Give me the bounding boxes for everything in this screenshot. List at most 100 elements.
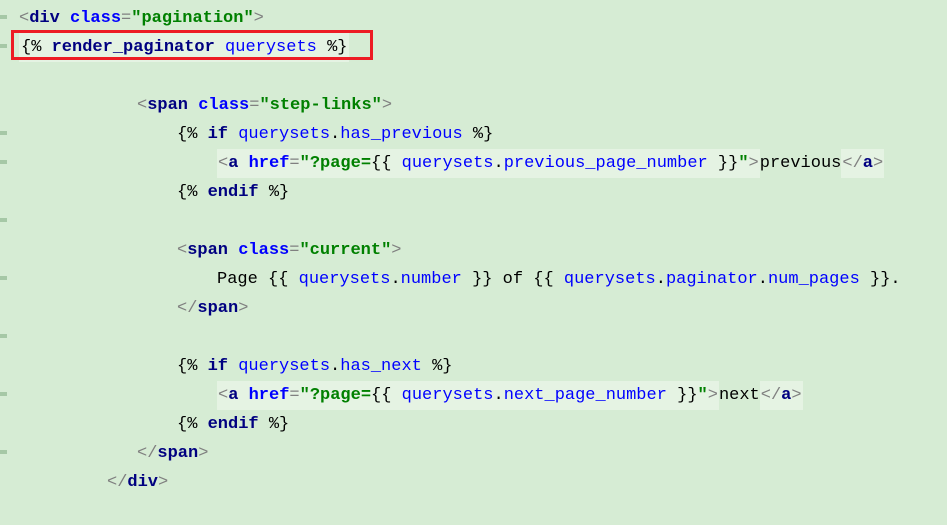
template-delim: %} (317, 38, 348, 57)
html-tag: a (228, 154, 238, 173)
angle-bracket: > (382, 96, 392, 115)
angle-bracket: < (218, 154, 228, 173)
angle-bracket: > (254, 9, 264, 28)
html-attr: href (249, 386, 290, 405)
template-variable: num_pages (768, 270, 860, 289)
dot: . (656, 270, 666, 289)
template-keyword: endif (208, 415, 259, 434)
code-line-blank (7, 62, 947, 91)
code-line: </span> (7, 294, 947, 323)
dot: . (493, 386, 503, 405)
code-line-blank (7, 207, 947, 236)
template-delim: %} (422, 357, 453, 376)
template-delim: }} (667, 386, 698, 405)
html-attr: href (249, 154, 290, 173)
code-line: {% endif %} (7, 178, 947, 207)
angle-bracket: > (198, 444, 208, 463)
template-delim: {% (177, 125, 208, 144)
template-delim: {{ (533, 270, 564, 289)
dot: . (758, 270, 768, 289)
angle-bracket: </ (137, 444, 157, 463)
dot: . (330, 357, 340, 376)
link-highlight: </a> (841, 149, 884, 178)
attr-value: step-links (270, 96, 372, 115)
template-delim: {{ (268, 270, 299, 289)
text-content: Page (217, 270, 268, 289)
text-content: of (492, 270, 533, 289)
dot: . (493, 154, 503, 173)
template-delim: {{ (371, 386, 402, 405)
space (228, 241, 238, 260)
space (215, 38, 225, 57)
code-line: <a href="?page={{ querysets.previous_pag… (7, 149, 947, 178)
fold-marker (0, 218, 7, 222)
template-keyword: if (208, 357, 228, 376)
code-line: <div class="pagination"> (7, 4, 947, 33)
code-line: <span class="step-links"> (7, 91, 947, 120)
template-delim: {% (177, 415, 208, 434)
quote: " (698, 386, 708, 405)
template-delim: {% (21, 38, 52, 57)
template-delim: {% (177, 357, 208, 376)
html-attr: class (70, 9, 121, 28)
text-content: . (890, 270, 900, 289)
link-highlight: </a> (760, 381, 803, 410)
link-highlight: <a href="?page={{ querysets.next_page_nu… (217, 381, 719, 410)
template-variable: querysets (564, 270, 656, 289)
angle-bracket: </ (107, 473, 127, 492)
code-line: <a href="?page={{ querysets.next_page_nu… (7, 381, 947, 410)
template-delim: }} (462, 270, 493, 289)
quote: " (738, 154, 748, 173)
code-line: {% if querysets.has_next %} (7, 352, 947, 381)
space (238, 386, 248, 405)
quote: " (243, 9, 253, 28)
space (228, 357, 238, 376)
template-delim: {% (177, 183, 208, 202)
angle-bracket: > (158, 473, 168, 492)
quote: " (300, 154, 310, 173)
html-tag: span (147, 96, 188, 115)
html-tag: a (781, 386, 791, 405)
fold-marker (0, 392, 7, 396)
template-variable: next_page_number (504, 386, 667, 405)
attr-value: ?page= (310, 154, 371, 173)
angle-bracket: < (177, 241, 187, 260)
angle-bracket: > (873, 154, 883, 173)
code-line-blank (7, 323, 947, 352)
angle-bracket: > (749, 154, 759, 173)
angle-bracket: > (238, 299, 248, 318)
quote: " (372, 96, 382, 115)
template-variable: querysets (402, 386, 494, 405)
equals: = (289, 386, 299, 405)
quote: " (259, 96, 269, 115)
dot: . (330, 125, 340, 144)
html-tag: div (29, 9, 60, 28)
code-line: <span class="current"> (7, 236, 947, 265)
html-tag: span (187, 241, 228, 260)
template-variable: previous_page_number (504, 154, 708, 173)
dot: . (390, 270, 400, 289)
code-line: Page {{ querysets.number }} of {{ querys… (7, 265, 947, 294)
template-variable: querysets (299, 270, 391, 289)
template-delim: {{ (371, 154, 402, 173)
text-content: next (719, 386, 760, 405)
template-delim: }} (860, 270, 891, 289)
angle-bracket: < (137, 96, 147, 115)
quote: " (131, 9, 141, 28)
template-variable: querysets (402, 154, 494, 173)
template-keyword: endif (208, 183, 259, 202)
code-line: {% endif %} (7, 410, 947, 439)
code-line: {% if querysets.has_previous %} (7, 120, 947, 149)
template-variable: querysets (238, 125, 330, 144)
html-attr: class (198, 96, 249, 115)
fold-marker (0, 334, 7, 338)
code-editor[interactable]: <div class="pagination"> {% render_pagin… (7, 0, 947, 497)
attr-value: ?page= (310, 386, 371, 405)
quote: " (381, 241, 391, 260)
code-line-highlighted: {% render_paginator querysets %} (7, 33, 947, 62)
quote: " (299, 241, 309, 260)
attr-value: current (310, 241, 381, 260)
template-variable: has_previous (340, 125, 462, 144)
fold-marker (0, 15, 7, 19)
space (228, 125, 238, 144)
